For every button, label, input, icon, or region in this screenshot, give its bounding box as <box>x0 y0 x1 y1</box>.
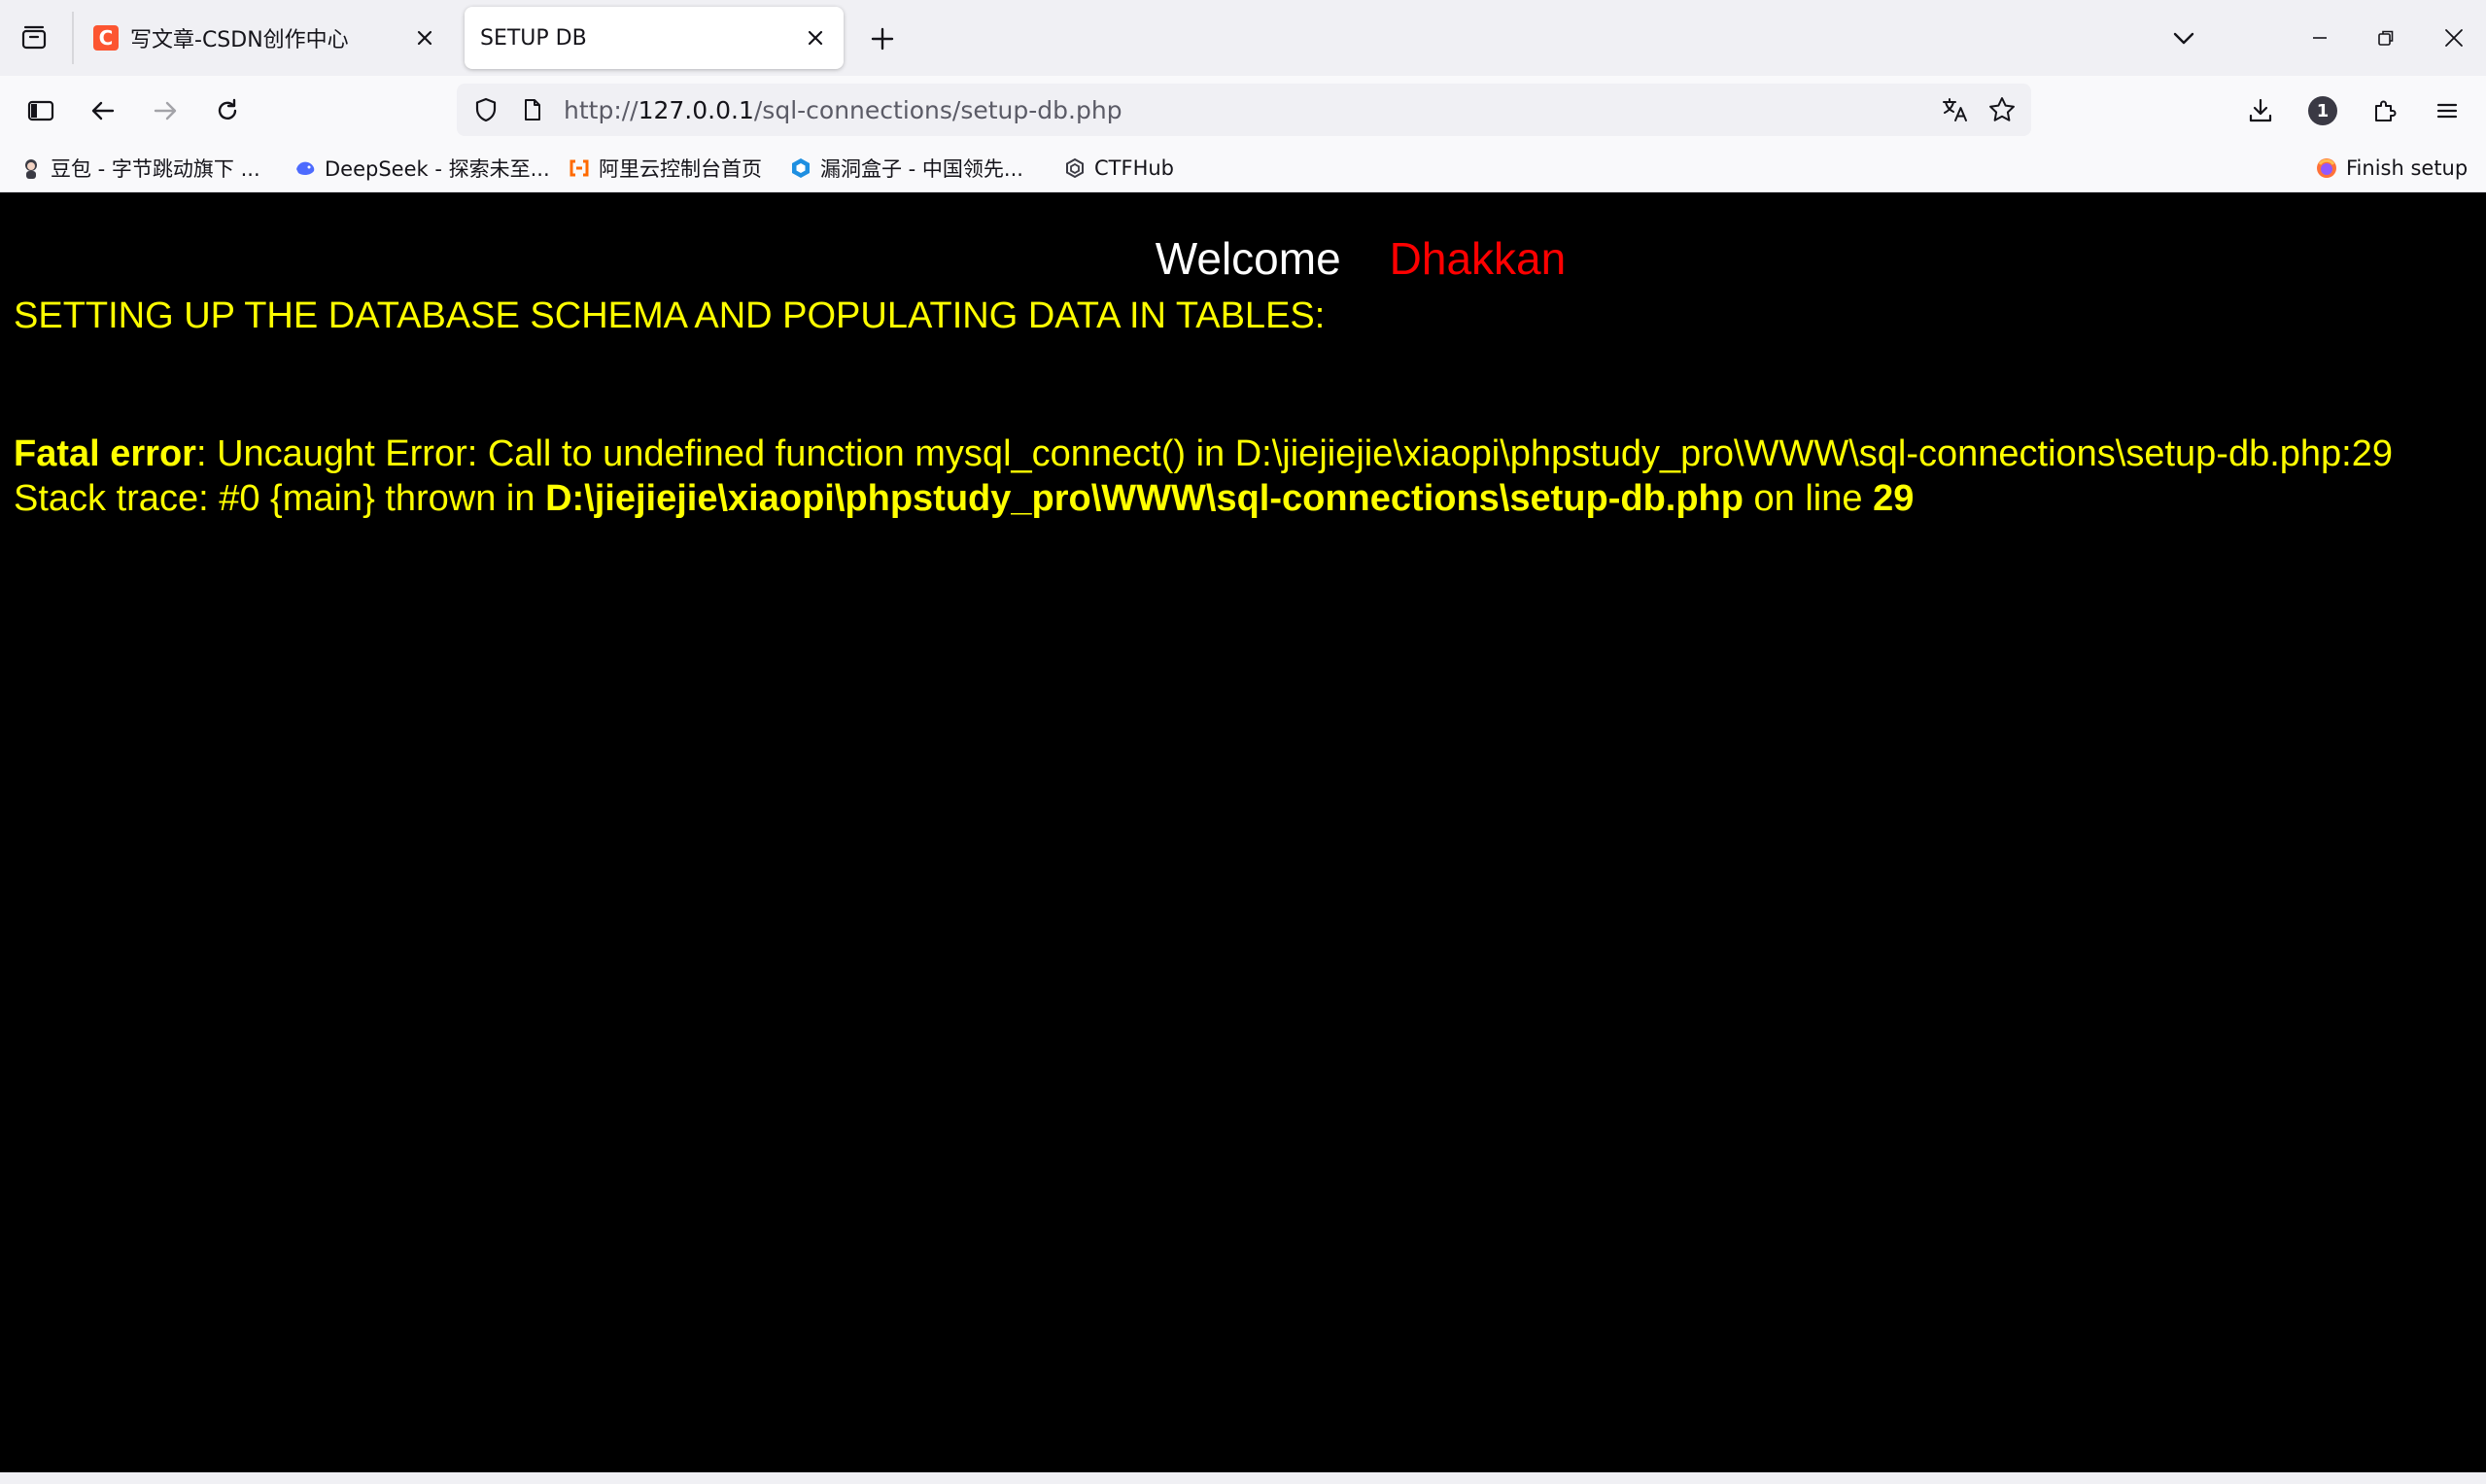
sidebar-toggle-button[interactable] <box>19 89 62 132</box>
tab-strip-divider <box>72 12 74 64</box>
firefox-icon <box>2315 156 2338 180</box>
sidebar-icon <box>27 100 54 121</box>
reload-button[interactable] <box>206 89 249 132</box>
ctfhub-icon <box>1063 156 1087 180</box>
window-bottom-edge <box>0 1472 2486 1484</box>
star-icon <box>1989 97 2015 121</box>
navigation-toolbar: http://127.0.0.1/sql-connections/setup-d… <box>0 76 2486 144</box>
aliyun-icon <box>568 156 591 180</box>
minimize-button[interactable] <box>2297 17 2342 58</box>
new-tab-button[interactable] <box>863 19 902 58</box>
restore-button[interactable] <box>2364 17 2408 58</box>
tab-setup-db[interactable]: SETUP DB <box>465 7 844 69</box>
translate-button[interactable] <box>1940 94 1971 125</box>
minimize-icon <box>2313 37 2327 39</box>
error-line-number: 29 <box>1873 478 1915 519</box>
bookmark-label: DeepSeek - 探索未至... <box>325 157 550 181</box>
tab-strip: C 写文章-CSDN创作中心 SETUP DB <box>0 0 2486 76</box>
close-icon <box>417 30 432 46</box>
reload-icon <box>218 98 237 120</box>
arrow-right-icon <box>154 101 177 121</box>
page-content: Welcome Dhakkan SETTING UP THE DATABASE S… <box>0 193 2486 1472</box>
extensions-button[interactable] <box>2364 89 2406 132</box>
error-on-line: on line <box>1743 478 1874 519</box>
csdn-favicon-icon: C <box>93 25 119 51</box>
error-file: D:\jiejiejie\xiaopi\phpstudy_pro\WWW\sql… <box>545 478 1744 519</box>
account-badge: 1 <box>2308 96 2337 125</box>
bookmarks-toolbar: 豆包 - 字节跳动旗下 ... DeepSeek - 探索未至... 阿里云控制… <box>0 144 2486 192</box>
forward-button[interactable] <box>144 89 187 132</box>
puzzle-icon <box>2375 100 2397 121</box>
back-button[interactable] <box>82 89 124 132</box>
close-icon <box>808 30 823 46</box>
download-icon <box>2249 98 2272 122</box>
close-window-button[interactable] <box>2432 17 2476 58</box>
downloads-button[interactable] <box>2239 89 2282 132</box>
restore-icon <box>2378 30 2394 46</box>
address-bar[interactable]: http://127.0.0.1/sql-connections/setup-d… <box>457 84 2031 136</box>
app-menu-button[interactable] <box>2426 89 2469 132</box>
bookmark-label: 漏洞盒子 - 中国领先... <box>820 157 1023 181</box>
shield-icon <box>475 97 497 122</box>
tab-overflow-button[interactable] <box>2161 17 2206 58</box>
setup-heading: SETTING UP THE DATABASE SCHEMA AND POPUL… <box>14 295 1326 336</box>
account-button[interactable]: 1 <box>2301 89 2344 132</box>
plus-icon <box>871 27 894 51</box>
finish-setup-label: Finish setup <box>2346 156 2469 180</box>
page-info-button[interactable] <box>517 94 548 125</box>
chevron-down-icon <box>2173 32 2194 45</box>
welcome-text: Welcome <box>1155 233 1341 284</box>
url-host: 127.0.0.1 <box>638 96 754 124</box>
tracking-protection-button[interactable] <box>470 94 501 125</box>
hamburger-menu-icon <box>2436 103 2458 119</box>
welcome-line: Welcome Dhakkan <box>0 232 2486 285</box>
vulbox-icon <box>789 156 812 180</box>
finish-setup-button[interactable]: Finish setup <box>2315 154 2468 183</box>
translate-icon <box>1943 98 1967 121</box>
user-name: Dhakkan <box>1389 233 1567 284</box>
bookmark-aliyun[interactable]: 阿里云控制台首页 <box>568 154 762 183</box>
tab-close-button[interactable] <box>799 21 832 54</box>
error-label: Fatal error <box>14 433 196 474</box>
tab-title: SETUP DB <box>480 25 587 51</box>
url-path: /sql-connections/setup-db.php <box>753 96 1122 124</box>
list-all-tabs-button[interactable] <box>14 19 54 56</box>
arrow-left-icon <box>91 101 115 121</box>
bookmark-label: CTFHub <box>1094 156 1175 180</box>
bookmark-star-button[interactable] <box>1986 94 2018 125</box>
bookmark-label: 豆包 - 字节跳动旗下 ... <box>51 157 260 181</box>
bookmark-doubao[interactable]: 豆包 - 字节跳动旗下 ... <box>19 154 260 183</box>
tab-close-button[interactable] <box>408 21 441 54</box>
bookmark-vulbox[interactable]: 漏洞盒子 - 中国领先... <box>789 154 1023 183</box>
bookmark-ctfhub[interactable]: CTFHub <box>1063 154 1174 183</box>
tab-list-icon <box>21 25 47 50</box>
deepseek-icon <box>293 156 317 180</box>
fatal-error-message: Fatal error: Uncaught Error: Call to und… <box>14 431 2482 521</box>
bookmark-deepseek[interactable]: DeepSeek - 探索未至... <box>293 154 550 183</box>
bookmark-label: 阿里云控制台首页 <box>599 157 762 181</box>
close-icon <box>2445 29 2463 47</box>
tab-csdn[interactable]: C 写文章-CSDN创作中心 <box>84 7 453 69</box>
url-text[interactable]: http://127.0.0.1/sql-connections/setup-d… <box>564 96 1122 124</box>
doubao-icon <box>19 156 43 180</box>
page-icon <box>525 99 540 121</box>
url-scheme: http:// <box>564 96 639 124</box>
tab-title: 写文章-CSDN创作中心 <box>130 28 349 52</box>
